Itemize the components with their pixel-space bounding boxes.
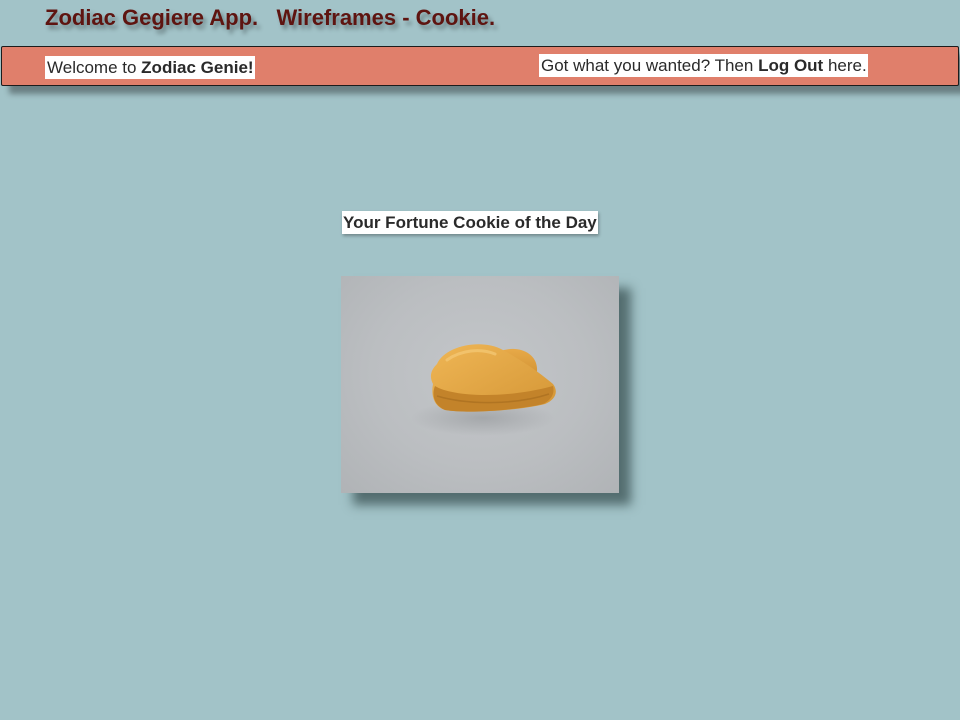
logout-suffix: here. <box>823 56 867 75</box>
fortune-cookie-illustration <box>411 344 556 436</box>
logout-link[interactable]: Log Out <box>758 56 823 75</box>
page-title: Zodiac Gegiere App. Wireframes - Cookie. <box>45 5 496 30</box>
welcome-prefix: Welcome to <box>47 58 142 77</box>
fortune-heading: Your Fortune Cookie of the Day <box>342 211 598 234</box>
fortune-cookie-image <box>341 276 619 493</box>
header-bar: Welcome to Zodiac Genie! Got what you wa… <box>1 46 959 86</box>
app-name: Zodiac Genie! <box>141 58 254 77</box>
logout-prefix: Got what you wanted? Then <box>541 56 759 75</box>
welcome-message: Welcome to Zodiac Genie! <box>45 56 255 79</box>
logout-message: Got what you wanted? Then Log Out here. <box>539 54 868 77</box>
